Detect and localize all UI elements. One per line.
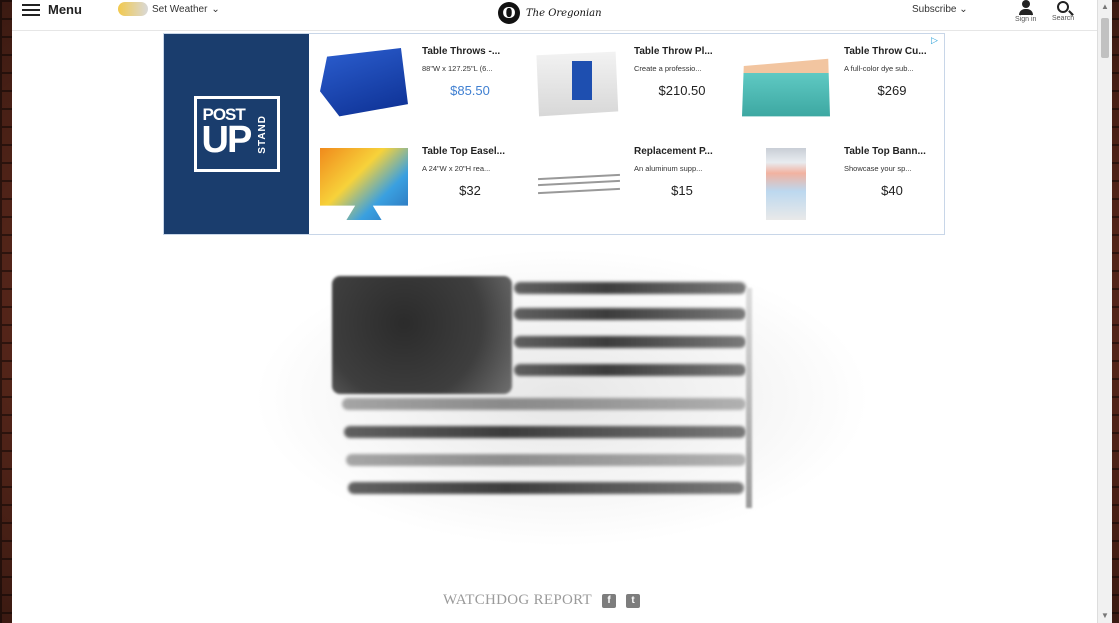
menu-label: Menu <box>48 2 82 17</box>
product-price: $15 <box>671 183 693 198</box>
product-price: $269 <box>877 83 907 98</box>
ad-product-card[interactable]: Replacement P... An aluminum supp... $15 <box>526 138 736 234</box>
top-navigation: Menu Set Weather ⌄ O The Oregonian Subsc… <box>12 0 1097 31</box>
advertiser-logo[interactable]: POST UP STAND <box>164 34 309 234</box>
menu-button[interactable]: Menu <box>22 2 82 17</box>
section-label: WATCHDOG REPORT <box>443 592 593 608</box>
site-logo[interactable]: O The Oregonian <box>498 2 602 24</box>
sign-in-label: Sign in <box>1015 16 1037 23</box>
product-title: Table Top Bann... <box>844 146 926 157</box>
product-description: Create a professio... <box>634 64 702 73</box>
chevron-down-icon: ⌄ <box>959 4 968 15</box>
product-description: 88"W x 127.25"L (6... <box>422 64 493 73</box>
scroll-down-icon[interactable]: ▼ <box>1101 611 1109 620</box>
weather-label: Set Weather <box>152 3 208 15</box>
product-price: $32 <box>459 183 481 198</box>
chevron-down-icon: ⌄ <box>211 3 220 15</box>
product-image <box>536 51 619 117</box>
user-icon <box>1018 0 1033 16</box>
search-label: Search <box>1052 15 1075 22</box>
product-image <box>766 148 806 220</box>
ash-flag-illustration <box>252 248 872 548</box>
product-title: Replacement P... <box>634 146 713 157</box>
product-image <box>742 58 830 117</box>
product-title: Table Throws -... <box>422 46 501 57</box>
ad-product-card[interactable]: Table Throw Cu... A full-color dye sub..… <box>736 38 946 134</box>
sign-in-button[interactable]: Sign in <box>1015 0 1036 23</box>
ad-product-card[interactable]: Table Top Bann... Showcase your sp... $4… <box>736 138 946 234</box>
search-button[interactable]: Search <box>1052 0 1074 22</box>
twitter-icon[interactable]: t <box>626 593 641 608</box>
post-up-stand-logo: POST UP STAND <box>193 96 280 172</box>
vertical-scrollbar[interactable]: ▲ ▼ <box>1097 0 1112 623</box>
product-price: $210.50 <box>658 83 706 98</box>
ad-product-card[interactable]: Table Throws -... 88"W x 127.25"L (6... … <box>314 38 524 134</box>
product-price: $40 <box>881 183 903 198</box>
product-image <box>532 148 620 220</box>
product-image <box>320 148 408 220</box>
logo-mark: O <box>498 2 520 24</box>
product-description: Showcase your sp... <box>844 164 912 173</box>
product-title: Table Top Easel... <box>422 146 505 157</box>
product-price: $85.50 <box>450 83 490 98</box>
scrollbar-thumb[interactable] <box>1101 18 1109 58</box>
browser-page: Menu Set Weather ⌄ O The Oregonian Subsc… <box>12 0 1097 623</box>
article-section-header: WATCHDOG REPORT f t <box>443 592 641 609</box>
scroll-up-icon[interactable]: ▲ <box>1101 2 1109 11</box>
subscribe-label: Subscribe <box>912 4 960 15</box>
ad-product-card[interactable]: Table Top Easel... A 24"W x 20"H rea... … <box>314 138 524 234</box>
product-title: Table Throw Pl... <box>634 46 713 57</box>
product-description: A 24"W x 20"H rea... <box>422 164 491 173</box>
advertisement-banner[interactable]: POST UP STAND ▷ Table Throws -... 88"W x… <box>163 33 945 235</box>
hamburger-icon <box>22 3 40 16</box>
facebook-icon[interactable]: f <box>602 593 617 608</box>
ad-product-card[interactable]: Table Throw Pl... Create a professio... … <box>526 38 736 134</box>
product-title: Table Throw Cu... <box>844 46 927 57</box>
search-icon <box>1057 1 1070 13</box>
product-image <box>320 48 408 117</box>
subscribe-button[interactable]: Subscribe ⌄ <box>912 4 968 15</box>
weather-widget[interactable]: Set Weather ⌄ <box>118 2 220 16</box>
weather-icon <box>118 2 148 16</box>
product-description: A full-color dye sub... <box>844 64 914 73</box>
product-description: An aluminum supp... <box>634 164 703 173</box>
logo-text: The Oregonian <box>526 7 602 19</box>
